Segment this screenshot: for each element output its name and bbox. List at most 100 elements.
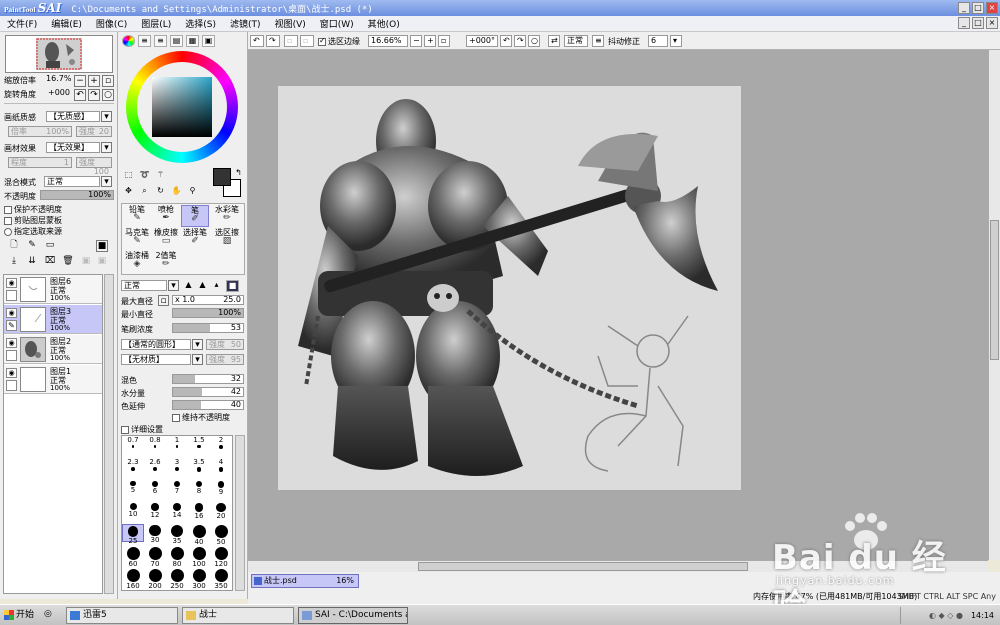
menu-file[interactable]: 文件(F) [0,17,44,30]
zoom-reset-button[interactable]: ▫ [102,75,114,87]
water-slider[interactable]: 42 [172,387,244,397]
brush-size-option[interactable]: 2.6 [144,458,166,476]
color-mix-tab-icon[interactable]: ▤ [170,35,183,47]
brush-size-option[interactable]: 1.5 [188,436,210,454]
rgb-slider-tab-icon[interactable]: ≡ [138,35,151,47]
brush-size-option[interactable]: 1 [166,436,188,454]
brush-size-option[interactable]: 4 [210,458,232,476]
hand-icon[interactable]: ✋ [170,186,183,198]
redo-icon[interactable]: ↷ [266,35,280,47]
clip-group-checkbox[interactable]: 剪贴图层蒙板 [4,215,62,226]
layer-item[interactable]: ◉ 图层6 正常 100% [4,275,102,304]
menu-edit[interactable]: 编辑(E) [44,17,89,30]
brush-shape-medium-icon[interactable]: ▲ [196,280,209,292]
brush-shape-square-icon[interactable]: ■ [226,280,239,292]
brush-eraser[interactable]: 橡皮擦 ▭ [152,228,180,250]
canvas-rotate-right-button[interactable]: ↷ [514,35,526,47]
paper-effect-select[interactable]: 【无效果】 [46,142,100,153]
brush-size-option[interactable]: 25 [122,524,144,545]
canvas-zoom-reset-button[interactable]: ▫ [438,35,450,47]
brush-size-option[interactable]: 20 [210,502,232,520]
brush-size-option[interactable]: 300 [188,568,210,590]
magic-wand-icon[interactable]: ⚚ [154,170,167,182]
layer-panel-toggle-icon[interactable]: ■ [96,240,108,252]
brush-size-option[interactable]: 30 [144,524,166,544]
brush-airbrush[interactable]: 喷枪 ✒ [152,205,180,227]
max-size-slider[interactable]: x 1.0 25.0 [172,295,244,305]
navigator-thumbnail[interactable] [5,35,113,73]
brush-size-option[interactable]: 16 [188,502,210,520]
start-button[interactable]: 开始 [2,607,40,623]
taskbar-item-folder[interactable]: 战士 [182,607,294,624]
selection-edge-checkbox[interactable]: ✓ 选区边缘 [318,36,360,47]
canvas-blend-menu-button[interactable]: ≡ [592,35,604,47]
canvas-angle-field[interactable]: +000° [466,35,498,47]
brush-icon[interactable]: ✎ [6,320,17,331]
brush-size-option[interactable]: 9 [210,480,232,498]
swap-colors-icon[interactable]: ↰ [232,168,245,180]
menu-select[interactable]: 选择(S) [178,17,223,30]
swatches-tab-icon[interactable]: ▦ [186,35,199,47]
eye-icon[interactable]: ◉ [6,338,17,348]
min-size-slider[interactable]: 100% [172,308,244,318]
brush-size-option[interactable]: 14 [166,502,188,520]
eye-icon[interactable]: ◉ [6,308,17,318]
canvas-rotate-reset-button[interactable]: ○ [528,35,540,47]
chevron-down-icon[interactable]: ▾ [192,339,203,350]
brush-size-option[interactable]: 200 [144,568,166,590]
brush-bucket[interactable]: 油漆桶 ◈ [123,251,151,273]
maximize-button[interactable]: □ [972,2,984,14]
color-wheel-tab-icon[interactable] [122,35,135,47]
doc-restore-button[interactable]: □ [972,17,984,29]
keep-opacity-checkbox[interactable]: 维持不透明度 [172,412,230,423]
minimize-button[interactable]: _ [958,2,970,14]
artwork-canvas[interactable] [278,86,741,490]
brush-size-option[interactable]: 6 [144,480,166,498]
zoom-out-button[interactable]: − [74,75,86,87]
opacity-slider[interactable]: 100% [40,190,114,200]
brush-texture-select[interactable]: 【无材质】 [121,354,191,365]
brush-size-option[interactable]: 10 [122,502,144,520]
layer-item[interactable]: ◉ 图层2 正常 100% [4,335,102,364]
brush-select-pen[interactable]: 选择笔 ✐ [181,228,209,250]
brush-binary-pen[interactable]: 2值笔 ✏ [152,251,180,273]
brush-size-option[interactable]: 7 [166,480,188,498]
eye-icon[interactable]: ◉ [6,368,17,378]
rotate-right-button[interactable]: ↷ [88,89,100,101]
new-layer-icon[interactable]: 🗋 [8,240,20,252]
merge-down-icon[interactable]: ⇊ [26,256,38,268]
brush-size-option[interactable]: 0.7 [122,436,144,454]
layer-scrollbar[interactable] [104,274,114,594]
density-slider[interactable]: 53 [172,323,244,333]
lock-icon[interactable] [6,380,17,391]
lock-icon[interactable] [6,350,17,361]
brush-size-option[interactable]: 60 [122,546,144,568]
menu-filter[interactable]: 滤镜(T) [223,17,268,30]
brush-watercolor[interactable]: 水彩笔 ✏ [210,205,244,227]
brush-size-option[interactable]: 12 [144,502,166,520]
chevron-down-icon[interactable]: ▾ [101,111,112,122]
brush-size-option[interactable]: 2.3 [122,458,144,476]
lasso-icon[interactable]: ➰ [138,170,151,182]
brush-pencil[interactable]: 铅笔 ✎ [123,205,151,227]
canvas-zoom-out-button[interactable]: − [410,35,422,47]
ie-quicklaunch-icon[interactable]: ◎ [44,607,58,624]
delete-layer-icon[interactable]: 🗑 [62,256,74,268]
tray-icons[interactable]: ◐ ◆ ◇ ● [929,611,963,620]
brush-shape-hard-icon[interactable]: ▲ [182,280,195,292]
zoom-in-button[interactable]: + [88,75,100,87]
brush-size-option[interactable]: 50 [210,524,232,546]
menu-view[interactable]: 视图(V) [268,17,313,30]
layer-item[interactable]: ◉ 图层1 正常 100% [4,365,102,394]
brush-size-option[interactable]: 0.8 [144,436,166,454]
brush-size-option[interactable]: 40 [188,524,210,546]
chevron-down-icon[interactable]: ▾ [168,280,179,291]
rotate-reset-button[interactable]: ○ [102,89,114,101]
canvas-zoom-field[interactable]: 16.66% [368,35,408,47]
menu-other[interactable]: 其他(O) [361,17,407,30]
eyedropper-icon[interactable]: ⚲ [186,186,199,198]
blend-slider[interactable]: 32 [172,374,244,384]
brush-mode-select[interactable]: 正常 [121,280,167,291]
new-linework-layer-icon[interactable]: ✎ [26,240,38,252]
color-square[interactable] [152,77,212,137]
